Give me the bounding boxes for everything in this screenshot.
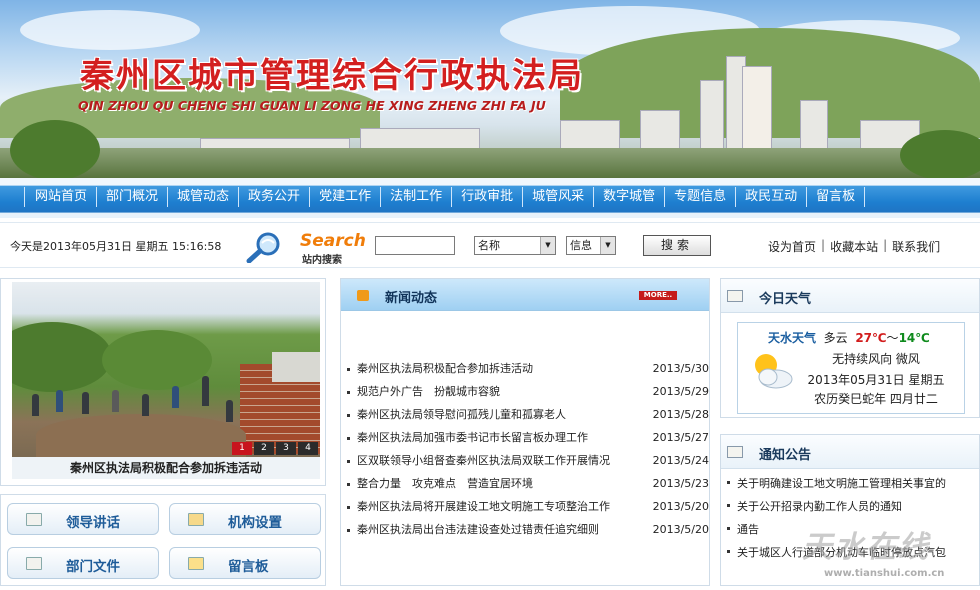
notice-header: 通知公告 — [721, 435, 979, 469]
field-select-value: 名称 — [478, 239, 500, 252]
site-title: 秦州区城市管理综合行政执法局 — [80, 56, 584, 96]
nav-item-about[interactable]: 部门概况 — [96, 187, 167, 207]
weather-box: 天水天气 多云 27℃～14℃ 无持续风向 微风 2013年05月31日 星期五… — [737, 322, 965, 414]
search-button[interactable]: 搜索 — [643, 235, 711, 256]
folder-icon — [188, 513, 204, 526]
magnifier-icon — [246, 232, 280, 263]
type-select-value: 信息 — [570, 239, 592, 252]
slide-page-2[interactable]: 2 — [254, 442, 274, 455]
notepad-icon — [727, 290, 743, 302]
news-list: 秦州区执法局积极配合参加拆违活动 2013/5/30 规范户外广告 扮靓城市容貌 2… — [347, 361, 709, 545]
news-item[interactable]: 秦州区执法局领导慰问孤残儿童和孤寡老人 2013/5/28 — [347, 407, 709, 430]
main-nav: 网站首页 部门概况 城管动态 政务公开 党建工作 法制工作 行政审批 城管风采 … — [0, 178, 980, 218]
news-panel: 新闻动态 MORE.. 秦州区执法局积极配合参加拆违活动 2013/5/30 规范… — [340, 278, 710, 586]
header-banner: 秦州区城市管理综合行政执法局 QIN ZHOU QU CHENG SHI GUA… — [0, 0, 980, 178]
organization-button[interactable]: 机构设置 — [169, 503, 321, 535]
chevron-down-icon: ▼ — [540, 237, 555, 254]
site-subtitle: QIN ZHOU QU CHENG SHI GUAN LI ZONG HE XI… — [78, 98, 546, 113]
notice-panel: 通知公告 关于明确建设工地文明施工管理相关事宜的 关于公开招录内勤工作人员的通知… — [720, 434, 980, 586]
nav-item-approval[interactable]: 行政审批 — [451, 187, 522, 207]
chevron-down-icon: ▼ — [600, 237, 615, 254]
weather-date: 2013年05月31日 星期五 — [807, 373, 945, 387]
leader-speech-button[interactable]: 领导讲话 — [7, 503, 159, 535]
slideshow-caption[interactable]: 秦州区执法局积极配合参加拆违活动 — [12, 457, 320, 479]
news-icon — [357, 290, 369, 301]
search-input[interactable] — [375, 236, 455, 255]
envelope-icon — [188, 557, 204, 570]
news-item[interactable]: 秦州区执法局积极配合参加拆违活动 2013/5/30 — [347, 361, 709, 384]
slide-page-1[interactable]: 1 — [232, 442, 252, 455]
search-bar: 今天是2013年05月31日 星期五 15:16:58 Search 站内搜索 … — [0, 222, 980, 268]
notice-list: 关于明确建设工地文明施工管理相关事宜的 关于公开招录内勤工作人员的通知 通告 关… — [727, 475, 979, 567]
department-files-button[interactable]: 部门文件 — [7, 547, 159, 579]
news-title: 新闻动态 — [385, 291, 438, 306]
weather-wind: 无持续风向 微风 — [832, 352, 920, 366]
set-homepage-link[interactable]: 设为首页 — [768, 238, 816, 255]
notice-item[interactable]: 通告 — [727, 521, 979, 544]
weather-summary: 天水天气 多云 27℃～14℃ — [768, 331, 930, 345]
notice-item[interactable]: 关于公开招录内勤工作人员的通知 — [727, 498, 979, 521]
quick-links-panel: 领导讲话 机构设置 部门文件 留言板 — [0, 494, 326, 586]
notice-title: 通知公告 — [759, 448, 812, 463]
document-icon — [26, 513, 42, 526]
field-select[interactable]: 名称 ▼ — [474, 236, 556, 255]
news-item[interactable]: 规范户外广告 扮靓城市容貌 2013/5/29 — [347, 384, 709, 407]
news-more-button[interactable]: MORE.. — [639, 291, 677, 300]
guestbook-button[interactable]: 留言板 — [169, 547, 321, 579]
search-logo: Search 站内搜索 — [246, 229, 370, 266]
weather-lunar-date: 农历癸巳蛇年 四月廿二 — [814, 392, 938, 406]
weather-header: 今日天气 — [721, 279, 979, 313]
news-header: 新闻动态 MORE.. — [341, 279, 709, 311]
contact-link[interactable]: 联系我们 — [892, 238, 940, 255]
slideshow-pager: 1 2 3 4 — [230, 442, 318, 455]
top-links: 设为首页 | 收藏本站 | 联系我们 — [768, 238, 941, 255]
news-item[interactable]: 整合力量 攻克难点 营造宜居环境 2013/5/23 — [347, 476, 709, 499]
slide-page-4[interactable]: 4 — [298, 442, 318, 455]
bookmark-link[interactable]: 收藏本站 — [830, 238, 878, 255]
news-item[interactable]: 区双联领导小组督查秦州区执法局双联工作开展情况 2013/5/24 — [347, 453, 709, 476]
nav-item-interaction[interactable]: 政民互动 — [735, 187, 806, 207]
nav-item-gov-affairs[interactable]: 政务公开 — [238, 187, 309, 207]
news-item[interactable]: 秦州区执法局出台违法建设查处过错责任追究细则 2013/5/20 — [347, 522, 709, 545]
search-word: Search — [300, 231, 366, 251]
nav-item-legal[interactable]: 法制工作 — [380, 187, 451, 207]
file-icon — [26, 557, 42, 570]
nav-item-party[interactable]: 党建工作 — [309, 187, 380, 207]
nav-item-digital[interactable]: 数字城管 — [593, 187, 664, 207]
current-date: 今天是2013年05月31日 星期五 15:16:58 — [10, 240, 222, 253]
nav-item-home[interactable]: 网站首页 — [24, 187, 96, 207]
nav-item-news[interactable]: 城管动态 — [167, 187, 238, 207]
weather-title: 今日天气 — [759, 292, 812, 307]
news-item[interactable]: 秦州区执法局加强市委书记市长留言板办理工作 2013/5/27 — [347, 430, 709, 453]
slide-page-3[interactable]: 3 — [276, 442, 296, 455]
notice-item[interactable]: 关于城区人行道部分机动车临时停放点汽包 — [727, 544, 979, 567]
search-subtitle: 站内搜索 — [302, 255, 342, 266]
nav-item-gallery[interactable]: 城管风采 — [522, 187, 593, 207]
weather-panel: 今日天气 天水天气 多云 27℃～14℃ 无持续风向 微风 2013年05月31… — [720, 278, 980, 418]
notice-item[interactable]: 关于明确建设工地文明施工管理相关事宜的 — [727, 475, 979, 498]
slideshow-panel: 1 2 3 4 秦州区执法局积极配合参加拆违活动 — [0, 278, 326, 486]
nav-item-guestbook[interactable]: 留言板 — [806, 187, 866, 207]
slideshow-photo[interactable]: 1 2 3 4 — [12, 282, 320, 457]
notepad-icon — [727, 446, 743, 458]
type-select[interactable]: 信息 ▼ — [566, 236, 616, 255]
nav-item-topics[interactable]: 专题信息 — [664, 187, 735, 207]
news-item[interactable]: 秦州区执法局将开展建设工地文明施工专项整治工作 2013/5/20 — [347, 499, 709, 522]
